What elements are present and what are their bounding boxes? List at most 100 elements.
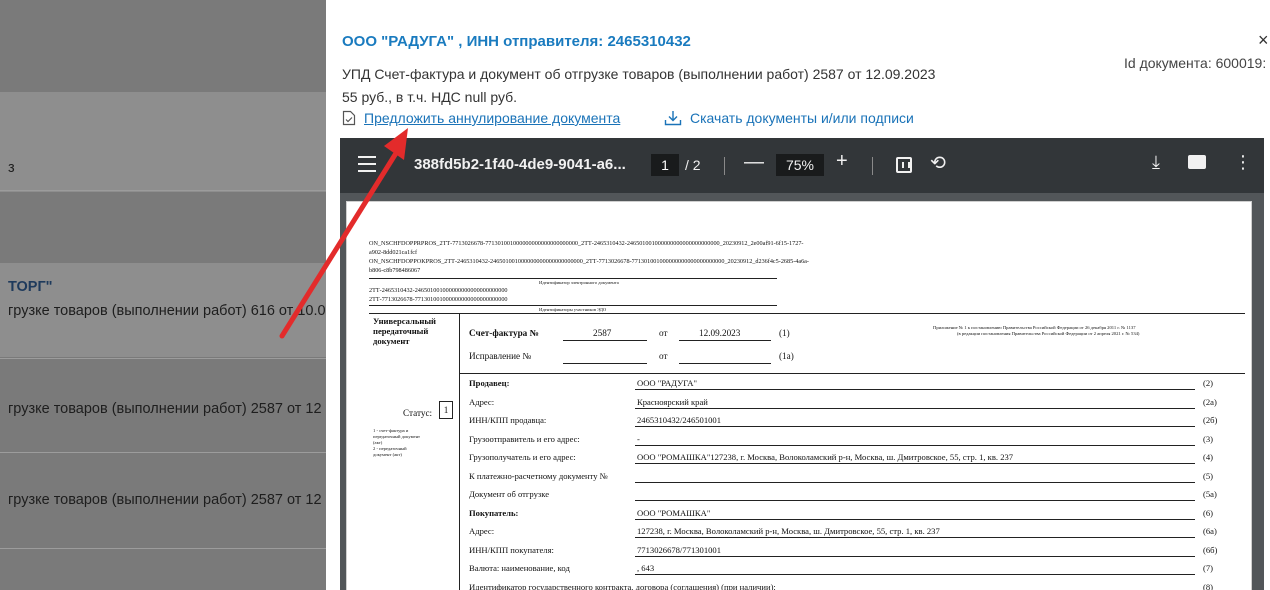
field-code: (6) (1203, 507, 1214, 518)
file-id-line: ON_NSCHFDOPPRPROS_2ТТ-7713026678-7713010… (369, 240, 804, 247)
fit-page-icon[interactable] (896, 157, 912, 173)
field-value: 7713026678/771301001 (637, 544, 722, 555)
propose-cancel-link[interactable]: Предложить аннулирование документа (342, 110, 620, 126)
correction-from: от (659, 351, 668, 361)
more-options-icon[interactable]: ⋮ (1234, 152, 1252, 173)
field-underline (635, 444, 1195, 446)
field-label: Адрес: (469, 396, 495, 407)
page-number-input[interactable]: 1 (651, 154, 679, 176)
field-code: (6а) (1203, 526, 1217, 536)
field-value: , 643 (637, 563, 655, 573)
download-icon (664, 110, 682, 126)
field-code: (3) (1203, 433, 1214, 444)
modal-title: ООО "РАДУГА" , ИНН отправителя: 24653104… (342, 33, 691, 50)
field-underline (635, 500, 1195, 501)
participant-caption: Идентификаторы участников ЭДО (539, 307, 607, 312)
field-label: Покупатель: (469, 507, 519, 518)
status-label: Статус: (403, 408, 433, 418)
field-underline (635, 537, 1195, 538)
pdf-toolbar: 388fd5b2-1f40-4de9-9041-a6... 1 / 2 — 75… (340, 138, 1264, 193)
toolbar-divider (872, 157, 873, 175)
rotate-icon[interactable]: ⟲ (930, 152, 946, 175)
close-icon[interactable]: × (1258, 30, 1269, 51)
rule (369, 278, 777, 279)
propose-cancel-label[interactable]: Предложить аннулирование документа (364, 110, 620, 126)
field-label: Валюта: наименование, код (469, 563, 570, 573)
field-value: ООО "РОМАШКА"127238, г. Москва, Волокола… (637, 452, 1014, 462)
field-label: ИНН/КПП покупателя: (469, 544, 554, 555)
divider (0, 548, 326, 549)
field-code: (2б) (1203, 415, 1218, 425)
list-item-letter: з (8, 160, 15, 176)
upd-label: Универсальный передаточный документ (373, 316, 437, 346)
status-note: передаточный документ (373, 434, 421, 439)
print-icon[interactable] (1188, 155, 1206, 169)
field-label: Идентификатор государственного контракта… (469, 581, 776, 590)
participant-id: 2ТТ-2465310432-2465010010000000000000000… (369, 287, 508, 294)
invoice-from: от (659, 328, 668, 338)
list-item-company: ТОРГ" (8, 279, 53, 295)
field-label: Грузоотправитель и его адрес: (469, 433, 580, 444)
download-docs-label[interactable]: Скачать документы и/или подписи (690, 110, 914, 126)
field-value: 2465310432/246501001 (637, 415, 722, 425)
document-modal: ООО "РАДУГА" , ИНН отправителя: 24653104… (326, 0, 1270, 590)
field-code: (6б) (1203, 544, 1218, 555)
zoom-in-button[interactable]: + (836, 150, 848, 173)
appendix-note: Приложение № 1 к постановлению Правитель… (933, 325, 1136, 330)
vertical-rule (459, 313, 460, 590)
field-code: (8) (1203, 581, 1214, 590)
zoom-level-input[interactable]: 75% (776, 154, 824, 176)
appendix-note: (в редакции постановления Правительства … (957, 331, 1140, 336)
correction-label: Исправление № (469, 351, 532, 361)
list-band (0, 92, 326, 192)
field-underline (635, 555, 1195, 557)
pdf-file-name: 388fd5b2-1f40-4de9-9041-a6... (414, 156, 626, 173)
field-code: (5а) (1203, 489, 1217, 499)
participant-id: 2ТТ-7713026678-7713010010000000000000000… (369, 296, 508, 303)
rule (369, 313, 1245, 314)
field-code: (7) (1203, 563, 1214, 573)
status-note: (акт) (373, 440, 383, 445)
menu-icon[interactable] (358, 156, 376, 177)
file-id-line: ON_NSCHFDOPPOKPROS_2ТТ-2465310432-246501… (369, 258, 809, 265)
field-value: Красноярский край (637, 396, 708, 407)
field-underline (635, 518, 1195, 520)
rule (679, 363, 771, 364)
divider (0, 452, 326, 453)
list-item[interactable]: грузке товаров (выполнении работ) 2587 о… (8, 401, 322, 417)
field-underline (635, 463, 1195, 464)
file-id-caption: Идентификатор электронного документа (539, 280, 619, 285)
zoom-out-button[interactable]: — (744, 151, 764, 174)
field-value: 127238, г. Москва, Волоколамский р-н, Мо… (637, 526, 940, 536)
invoice-date: 12.09.2023 (699, 328, 741, 338)
file-id-line: a902-8dd021ca1fcf (369, 249, 418, 256)
download-docs-link[interactable]: Скачать документы и/или подписи (664, 110, 914, 126)
field-label: Документ об отгрузке (469, 489, 550, 499)
file-id-line: b806-c8b798486067 (369, 267, 421, 274)
field-value: ООО "РОМАШКА" (637, 507, 711, 518)
field-label: Адрес: (469, 526, 495, 536)
rule (563, 340, 647, 341)
field-code: (2а) (1203, 396, 1217, 407)
field-value: ООО "РАДУГА" (637, 378, 697, 388)
list-item[interactable]: грузке товаров (выполнении работ) 2587 о… (8, 492, 322, 508)
background-document-list: з ТОРГ" грузке товаров (выполнении работ… (0, 0, 326, 590)
pdf-download-icon[interactable]: ⤓ (1152, 152, 1160, 173)
field-label: К платежно-расчетному документу № (469, 470, 608, 481)
rule (679, 340, 771, 341)
document-sum: 55 руб., в т.ч. НДС null руб. (342, 89, 518, 105)
page-total: / 2 (685, 157, 701, 173)
field-code: (1а) (779, 351, 794, 361)
rule (369, 305, 777, 306)
divider (0, 190, 326, 191)
status-value: 1 (439, 401, 453, 419)
list-item[interactable]: грузке товаров (выполнении работ) 616 от… (8, 303, 326, 319)
rule (563, 363, 647, 364)
pdf-page: ON_NSCHFDOPPRPROS_2ТТ-7713026678-7713010… (346, 201, 1252, 590)
field-underline (635, 481, 1195, 483)
pdf-viewer: 388fd5b2-1f40-4de9-9041-a6... 1 / 2 — 75… (340, 138, 1264, 590)
invoice-number: 2587 (593, 328, 612, 338)
document-subtitle: УПД Счет-фактура и документ об отгрузке … (342, 66, 936, 82)
field-value: - (637, 433, 640, 444)
field-code: (5) (1203, 470, 1214, 481)
